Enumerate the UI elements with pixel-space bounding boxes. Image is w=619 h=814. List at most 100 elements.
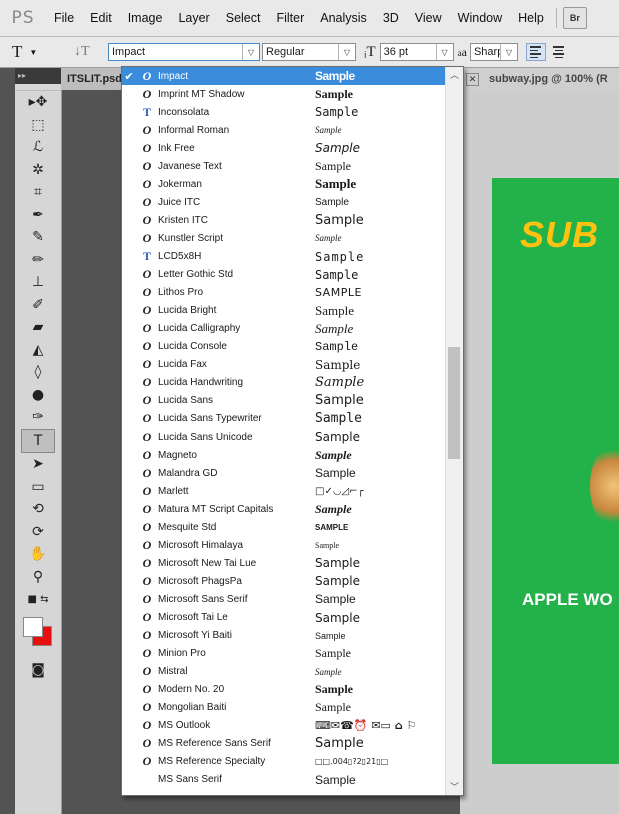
font-list-item[interactable]: O Magneto Sample bbox=[122, 446, 445, 464]
type-tool-icon[interactable]: T bbox=[21, 428, 55, 453]
move-tool-icon[interactable]: ▸✥ bbox=[15, 91, 61, 114]
opentype-font-icon: O bbox=[142, 194, 152, 209]
antialias-select[interactable]: Sharp ▽ bbox=[469, 43, 518, 61]
crop-tool-icon[interactable]: ⌗ bbox=[15, 181, 61, 204]
dropdown-scrollbar[interactable]: ︿ ﹀ bbox=[445, 67, 463, 795]
font-list-item[interactable]: O Marlett □✓◡◿⌐┌ bbox=[122, 482, 445, 500]
menu-layer[interactable]: Layer bbox=[170, 11, 217, 25]
font-list-item[interactable]: O Jokerman Sample bbox=[122, 175, 445, 193]
font-list-item[interactable]: O Informal Roman Sample bbox=[122, 121, 445, 139]
font-list-item[interactable]: O Lucida Calligraphy Sample bbox=[122, 320, 445, 338]
menu-analysis[interactable]: Analysis bbox=[312, 11, 375, 25]
menu-edit[interactable]: Edit bbox=[82, 11, 120, 25]
zoom-tool-icon[interactable]: ⚲ bbox=[15, 566, 61, 589]
font-list-item[interactable]: O Lucida Fax Sample bbox=[122, 356, 445, 374]
marquee-tool-icon[interactable]: ⬚ bbox=[15, 114, 61, 137]
font-list-item[interactable]: O Mesquite Std SAMPLE bbox=[122, 518, 445, 536]
3d-rotate-tool-icon[interactable]: ⟲ bbox=[15, 498, 61, 521]
scroll-down-arrow-icon[interactable]: ﹀ bbox=[446, 779, 463, 795]
font-list-item[interactable]: O Malandra GD Sample bbox=[122, 464, 445, 482]
menu-view[interactable]: View bbox=[407, 11, 450, 25]
font-list-item[interactable]: O Ink Free Sample bbox=[122, 139, 445, 157]
font-list-item[interactable]: O Lucida Sans Typewriter Sample bbox=[122, 410, 445, 428]
close-icon[interactable]: ✕ bbox=[466, 72, 479, 86]
font-list-item[interactable]: MS Sans Serif Sample bbox=[122, 771, 445, 789]
rectangle-tool-icon[interactable]: ▭ bbox=[15, 476, 61, 499]
stamp-tool-icon[interactable]: ⊥ bbox=[15, 271, 61, 294]
scroll-up-arrow-icon[interactable]: ︿ bbox=[446, 67, 463, 83]
paint-bucket-tool-icon[interactable]: ◭ bbox=[15, 339, 61, 362]
document-tab-itslit[interactable]: ITSLIT.psd bbox=[61, 68, 127, 90]
font-list-item[interactable]: O Lucida Sans Sample bbox=[122, 392, 445, 410]
font-list-item[interactable]: O Microsoft Yi Baiti Sample bbox=[122, 627, 445, 645]
hand-tool-icon[interactable]: ✋ bbox=[15, 543, 61, 566]
history-brush-tool-icon[interactable]: ✐ bbox=[15, 294, 61, 317]
font-list-item[interactable]: O Kristen ITC Sample bbox=[122, 211, 445, 229]
font-list-item[interactable]: O Letter Gothic Std Sample bbox=[122, 266, 445, 284]
menu-image[interactable]: Image bbox=[120, 11, 171, 25]
font-family-select[interactable]: Impact ▽ bbox=[108, 43, 260, 61]
font-list-item[interactable]: O Mistral Sample bbox=[122, 663, 445, 681]
menu-filter[interactable]: Filter bbox=[268, 11, 312, 25]
lasso-tool-icon[interactable]: ℒ bbox=[15, 136, 61, 159]
blur-tool-icon[interactable]: ◊ bbox=[15, 361, 61, 384]
font-style-select[interactable]: Regular ▽ bbox=[262, 43, 356, 61]
font-list-item[interactable]: O MS Reference Sans Serif Sample bbox=[122, 735, 445, 753]
checkmark-icon: ✔ bbox=[124, 70, 134, 83]
font-list-item[interactable]: O Kunstler Script Sample bbox=[122, 229, 445, 247]
font-size-select[interactable]: 36 pt ▽ bbox=[379, 43, 454, 61]
font-list-item[interactable]: O Microsoft New Tai Lue Sample bbox=[122, 554, 445, 572]
font-list-item[interactable]: T Inconsolata Sample bbox=[122, 103, 445, 121]
text-orientation-icon[interactable]: ↓T bbox=[74, 44, 108, 60]
font-list-item[interactable]: O Juice ITC Sample bbox=[122, 193, 445, 211]
font-list-item[interactable]: O Microsoft Tai Le Sample bbox=[122, 609, 445, 627]
font-list-item[interactable]: O Microsoft Sans Serif Sample bbox=[122, 590, 445, 608]
font-list-item[interactable]: O Mongolian Baiti Sample bbox=[122, 699, 445, 717]
healing-brush-tool-icon[interactable]: ✎ bbox=[15, 226, 61, 249]
3d-orbit-tool-icon[interactable]: ⟳ bbox=[15, 521, 61, 544]
font-list-item[interactable]: O Javanese Text Sample bbox=[122, 157, 445, 175]
font-list-item[interactable]: O Minion Pro Sample bbox=[122, 645, 445, 663]
align-left-icon[interactable] bbox=[525, 43, 546, 61]
collapse-panel-icon[interactable]: ▸▸ bbox=[15, 68, 61, 84]
scrollbar-thumb[interactable] bbox=[448, 347, 460, 459]
font-list-item[interactable]: O Matura MT Script Capitals Sample bbox=[122, 500, 445, 518]
pen-tool-icon[interactable]: ✑ bbox=[15, 406, 61, 429]
foreground-color-swatch[interactable] bbox=[23, 616, 43, 637]
menu-select[interactable]: Select bbox=[218, 11, 269, 25]
menu-file[interactable]: File bbox=[46, 11, 82, 25]
font-list-item[interactable]: O MS Reference Specialty □□.004▯?2▯21▯□ bbox=[122, 753, 445, 771]
font-list-item[interactable]: O Lucida Console Sample bbox=[122, 338, 445, 356]
font-list-item[interactable]: O Microsoft PhagsPa Sample bbox=[122, 572, 445, 590]
menu-window[interactable]: Window bbox=[450, 11, 510, 25]
dodge-tool-icon[interactable]: ● bbox=[15, 384, 61, 407]
quick-mask-icon[interactable]: ◙ bbox=[15, 659, 61, 682]
tool-preset-picker[interactable]: T ▼ bbox=[0, 42, 74, 62]
font-list-item[interactable]: O Lucida Handwriting Sample bbox=[122, 374, 445, 392]
eyedropper-tool-icon[interactable]: ✒ bbox=[15, 204, 61, 227]
font-list-item[interactable]: O Imprint MT Shadow Sample bbox=[122, 85, 445, 103]
font-list-item[interactable]: O Lucida Sans Unicode Sample bbox=[122, 428, 445, 446]
chevron-down-icon[interactable]: ▽ bbox=[242, 44, 259, 60]
chevron-down-icon[interactable]: ▽ bbox=[499, 44, 517, 60]
swap-colors-icon[interactable]: ■ ⇆ bbox=[15, 588, 61, 611]
document-tab-subway[interactable]: ✕ subway.jpg @ 100% (R bbox=[460, 68, 619, 90]
menu-3d[interactable]: 3D bbox=[375, 11, 407, 25]
font-list-item[interactable]: ✔ O Impact Sample bbox=[122, 67, 445, 86]
font-list-item[interactable]: O Lucida Bright Sample bbox=[122, 302, 445, 320]
font-list-item[interactable]: O Modern No. 20 Sample bbox=[122, 681, 445, 699]
menu-help[interactable]: Help bbox=[510, 11, 552, 25]
font-list-item[interactable]: O Microsoft Himalaya Sample bbox=[122, 536, 445, 554]
font-list-item[interactable]: T LCD5x8H Sample bbox=[122, 248, 445, 266]
path-selection-tool-icon[interactable]: ➤ bbox=[15, 453, 61, 476]
bridge-button[interactable]: Br bbox=[562, 7, 587, 29]
align-center-icon[interactable] bbox=[549, 43, 569, 61]
magic-wand-tool-icon[interactable]: ✲ bbox=[15, 159, 61, 182]
font-list-item[interactable]: O MS Outlook ⌨✉☎⏰ ✉▭ ⌂ ⚐ bbox=[122, 717, 445, 735]
chevron-down-icon[interactable]: ▽ bbox=[435, 44, 453, 60]
opentype-font-icon: O bbox=[142, 176, 152, 191]
chevron-down-icon[interactable]: ▽ bbox=[338, 44, 355, 60]
eraser-tool-icon[interactable]: ▰ bbox=[15, 316, 61, 339]
font-list-item[interactable]: O Lithos Pro SAMPLE bbox=[122, 284, 445, 302]
brush-tool-icon[interactable]: ✏ bbox=[15, 249, 61, 272]
